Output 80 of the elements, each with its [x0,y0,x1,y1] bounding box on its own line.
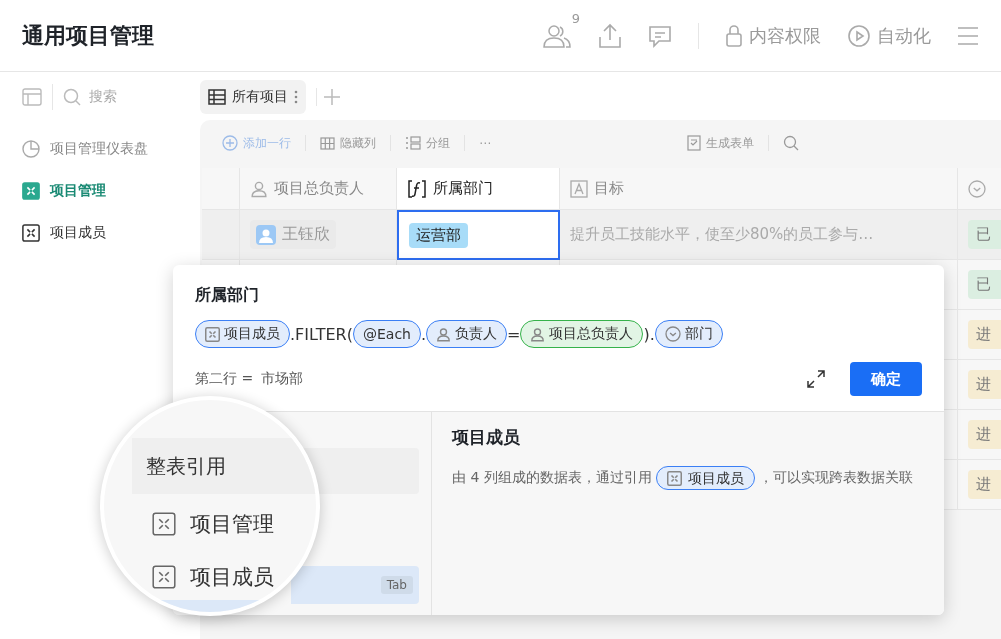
status-tag: 进 [968,320,1001,349]
description-text: 由 4 列组成的数据表，通过引用 [452,469,652,485]
toolbar-button[interactable]: 分组 [405,134,450,152]
collaborator-count: 9 [571,10,580,26]
formula-token[interactable]: 项目总负责人 [520,320,644,348]
table-icon [22,182,40,200]
result-label: 第二行 = [195,370,254,388]
sidebar-item[interactable]: 项目管理仪表盘 [22,128,200,170]
formula-token[interactable]: @Each [352,320,421,348]
person-icon [436,326,452,342]
sidebar-item[interactable]: 项目管理 [22,170,200,212]
permissions-button[interactable]: 内容权限 [725,23,821,48]
status-tag: 进 [968,470,1001,499]
formula-text: = [507,324,521,344]
status-tag: 进 [968,370,1001,399]
columns-icon [320,136,335,150]
text-field-icon [570,179,588,198]
person-icon [250,179,268,198]
column-header: 目标 [560,168,958,210]
more-vertical-icon [294,90,298,104]
layout-icon[interactable] [22,88,42,106]
status-tag: 进 [968,420,1001,449]
form-icon [687,135,701,151]
collaborators-icon[interactable] [542,22,572,49]
person-icon [530,326,546,342]
table-icon [22,224,40,242]
section-header: 整表引用 [132,438,316,494]
key-hint: Tab [380,576,413,594]
formula-token[interactable]: 项目成员 [195,320,290,348]
reference-item-highlight[interactable]: Tab [291,566,419,604]
add-circle-icon [222,135,238,151]
column-header: 项目总负责人 [240,168,397,210]
table-icon [666,470,682,486]
status-tag: 已 [968,270,1001,299]
table-reference-chip: 项目成员 [655,466,755,490]
goal-text: 提升员工技能水平，使至少80%的员工参与… [570,225,874,244]
selected-cell[interactable]: 运营部 [397,210,560,260]
detail-title: 项目成员 [452,426,521,449]
automation-button[interactable]: 自动化 [847,23,931,48]
expand-icon[interactable] [806,369,826,389]
pie-chart-icon [22,140,40,158]
person-chip: 王钰欣 [250,220,336,249]
sidebar-item[interactable]: 项目成员 [22,212,200,254]
menu-icon[interactable] [957,25,979,46]
comment-icon[interactable] [648,23,672,48]
result-value: 市场部 [261,370,305,388]
avatar-icon [256,224,276,245]
search-field[interactable]: 搜索 [63,88,117,106]
formula-icon [407,178,427,199]
department-tag: 运营部 [409,222,468,248]
formula-token[interactable]: 部门 [654,320,723,348]
dialog-title: 所属部门 [195,285,260,306]
toolbar-button[interactable]: 隐藏列 [320,134,376,152]
table-icon [152,565,176,589]
view-tab[interactable]: 所有项目 [200,80,306,114]
status-tag: 已 [968,220,1001,249]
description-text: ，可以实现跨表数据关联 [758,469,913,485]
formula-token[interactable]: 负责人 [426,320,508,348]
formula-text: .FILTER( [290,324,353,344]
column-header: 所属部门 [397,168,560,210]
document-title: 通用项目管理 [22,21,155,50]
plus-icon[interactable] [323,88,341,106]
dropdown-circle-icon [664,326,681,342]
formula-text: ). [643,324,655,344]
search-icon [63,88,81,106]
upload-icon[interactable] [598,22,622,49]
formula-text: . [420,324,427,344]
toolbar-button[interactable]: 生成表单 [687,134,754,152]
reference-item[interactable]: 项目管理 [152,510,274,538]
play-circle-icon [847,23,871,48]
lock-icon [725,23,743,48]
table-icon [205,326,220,342]
confirm-button[interactable]: 确定 [850,362,922,396]
dropdown-circle-icon [968,179,986,198]
grid-icon [208,89,226,105]
reference-item[interactable]: 项目成员 [152,563,274,591]
more-button[interactable]: ⋯ [479,136,491,150]
search-icon[interactable] [783,135,799,151]
group-icon [405,136,421,150]
table-icon [152,512,176,536]
